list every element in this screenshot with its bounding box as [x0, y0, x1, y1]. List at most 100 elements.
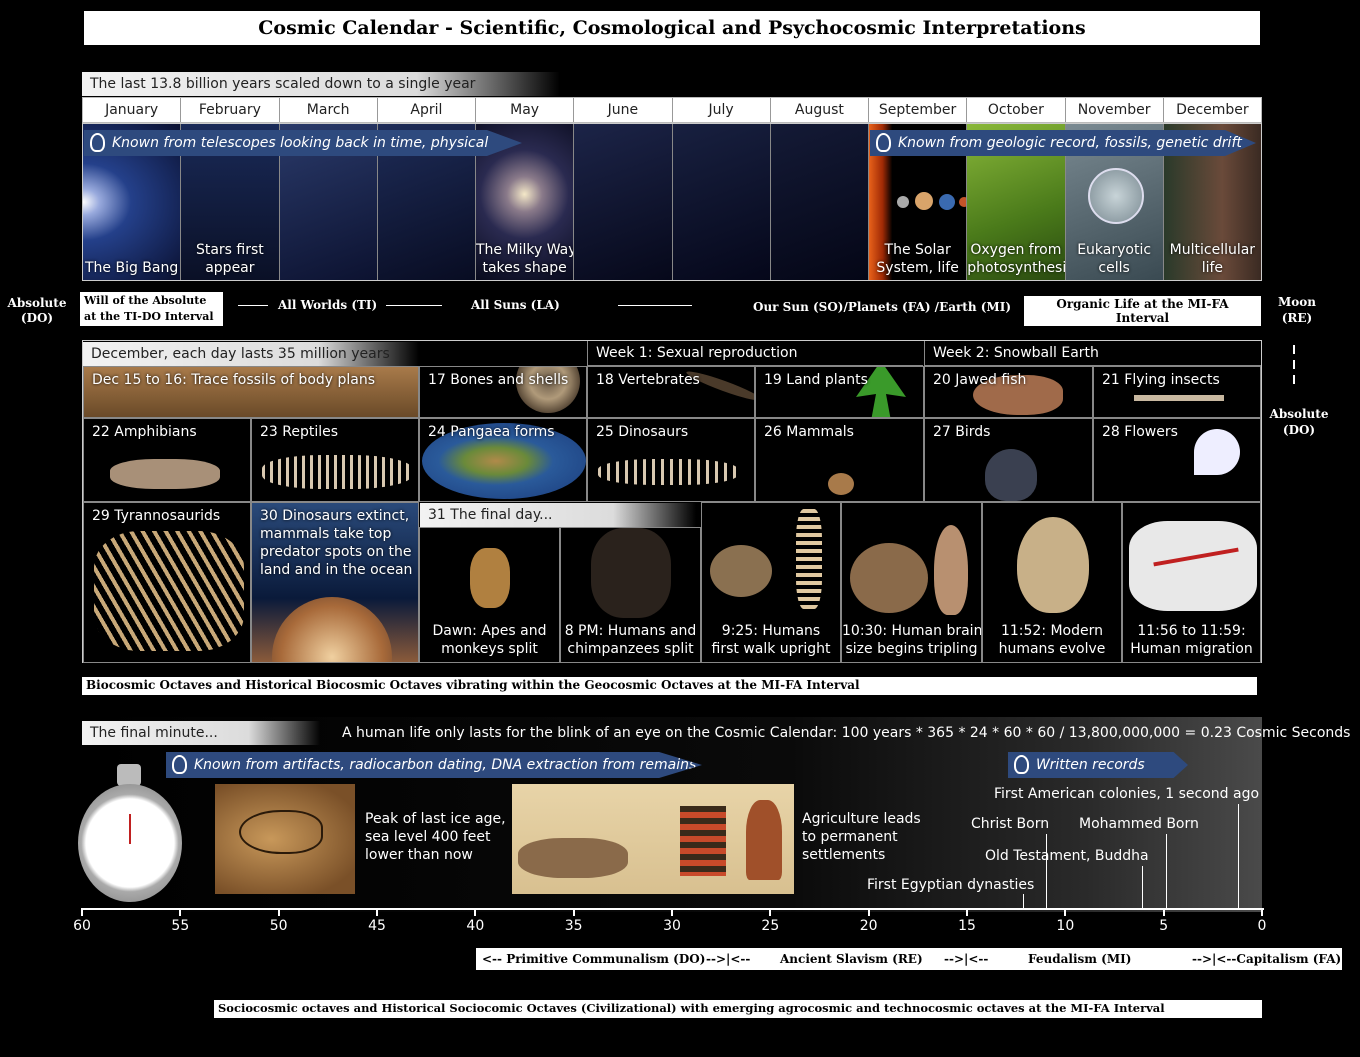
day-cell-23: 23 Reptiles: [251, 418, 419, 502]
axis-tick: [474, 908, 477, 916]
month-april: April: [378, 98, 476, 122]
time-label: 11:56 to 11:59: Human migration: [1130, 623, 1253, 657]
christ-born-label: Christ Born: [971, 816, 1050, 832]
stopwatch-crown-icon: [117, 764, 141, 786]
month-october: October: [967, 98, 1066, 122]
world-map-icon: [1129, 521, 1257, 611]
seated-figure-icon: [746, 800, 782, 880]
axis-tick-label: 45: [368, 918, 386, 934]
axis-tick-label: 50: [269, 918, 288, 934]
stopwatch-hand-icon: [129, 814, 131, 844]
pointer-line: [1046, 834, 1047, 910]
all-suns-label: All Suns (LA): [471, 298, 560, 312]
pigeon-icon: [985, 449, 1037, 501]
month-header-row: January February March April May June Ju…: [82, 97, 1262, 123]
axis-tick-label: 55: [171, 918, 190, 934]
cave-painting-image: [215, 784, 355, 894]
axis-tick-label: 40: [466, 918, 485, 934]
ox-drawing-icon: [518, 838, 628, 878]
month-june: June: [574, 98, 673, 122]
week2-label: Week 2: Snowball Earth: [924, 341, 1261, 366]
day-cell-30: 30 Dinosaurs extinct, mammals take top p…: [251, 502, 419, 663]
final-day-banner: 31 The final day...: [420, 503, 696, 527]
dashed-connector: [1293, 345, 1295, 389]
planet-icon: [897, 196, 909, 208]
day-label: 18 Vertebrates: [596, 372, 700, 388]
asteroid-icon: [272, 597, 392, 662]
day-label: 17 Bones and shells: [428, 372, 569, 388]
written-records-text: Written records: [1036, 757, 1145, 773]
axis-tick: [277, 908, 280, 916]
earth-icon: [939, 194, 955, 210]
month-august: August: [771, 98, 869, 122]
pointer-line: [1166, 834, 1167, 910]
day-label: 19 Land plants: [764, 372, 868, 388]
stars-caption: Stars first appear: [195, 242, 264, 276]
will-of-absolute-label: Will of the Absolute at the TI-DO Interv…: [80, 292, 223, 326]
egyptian-dynasties-label: First Egyptian dynasties: [867, 877, 1035, 893]
day-cell-8pm: 8 PM: Humans and chimpanzees split: [560, 527, 701, 663]
big-bang-caption: The Big Bang: [84, 260, 179, 276]
axis-tick: [1261, 908, 1263, 916]
month-cell-june: [574, 124, 673, 280]
day-label: 20 Jawed fish: [933, 372, 1027, 388]
eukaryotic-caption: Eukaryotic cells: [1077, 242, 1152, 276]
axis-tick: [769, 908, 772, 916]
geologic-banner-text: Known from geologic record, fossils, gen…: [898, 135, 1242, 151]
december-grid: December, each day lasts 35 million year…: [82, 340, 1262, 663]
cell-icon: [1087, 168, 1144, 224]
day-cell-925: 9:25: Humans first walk upright: [701, 502, 841, 663]
old-testament-label: Old Testament, Buddha: [985, 848, 1149, 864]
day-cell-22: 22 Amphibians: [83, 418, 251, 502]
sociocosmic-label: Sociocosmic octaves and Historical Socio…: [214, 1000, 1262, 1018]
time-label: 8 PM: Humans and chimpanzees split: [564, 623, 697, 657]
axis-tick-label: 60: [73, 918, 91, 934]
absolute-left-label: Absolute (DO): [7, 296, 67, 325]
dragonfly-icon: [1134, 395, 1224, 401]
axis-tick-label: 0: [1257, 918, 1267, 934]
milky-way-caption: The Milky Way takes shape: [476, 242, 575, 276]
american-colonies-label: First American colonies, 1 second ago: [994, 786, 1260, 802]
day-label: 26 Mammals: [764, 424, 854, 440]
telescope-banner: Known from telescopes looking back in ti…: [84, 130, 522, 156]
axis-tick: [1162, 908, 1165, 916]
rhino-drawing-icon: [239, 810, 323, 854]
our-sun-label: Our Sun (SO)/Planets (FA) /Earth (MI): [753, 300, 1012, 314]
era-separator: -->|<--: [944, 952, 989, 966]
day-cell-28: 28 Flowers: [1093, 418, 1261, 502]
multicellular-caption: Multicellular life: [1169, 242, 1256, 276]
organic-life-label: Organic Life at the MI-FA Interval: [1024, 296, 1261, 326]
day-cell-29: 29 Tyrannosaurids: [83, 502, 251, 663]
year-banner: The last 13.8 billion years scaled down …: [82, 72, 560, 96]
capitalism-label: -->|<--Capitalism (FA): [1192, 952, 1342, 966]
pottery-icon: [680, 806, 726, 876]
page-title: Cosmic Calendar - Scientific, Cosmologic…: [84, 11, 1260, 45]
day-cell-19: 19 Land plants: [755, 366, 924, 418]
pointer-line: [1238, 804, 1239, 910]
axis-tick: [572, 908, 575, 916]
human-life-text: A human life only lasts for the blink of…: [342, 725, 1351, 741]
day-cell-24: 24 Pangaea forms: [419, 418, 587, 502]
skull-icon: [710, 545, 772, 597]
day-label: 21 Flying insects: [1102, 372, 1220, 388]
mouse-icon: [828, 473, 854, 495]
stone-tool-icon: [934, 525, 968, 615]
day-label: 23 Reptiles: [260, 424, 339, 440]
time-label: Dawn: Apes and monkeys split: [432, 623, 547, 657]
week1-label: Week 1: Sexual reproduction: [587, 341, 923, 366]
artifacts-banner: Known from artifacts, radiocarbon dating…: [166, 752, 702, 778]
day-cell-18: 18 Vertebrates: [587, 366, 755, 418]
month-february: February: [181, 98, 280, 122]
day-cell-15-16: Dec 15 to 16: Trace fossils of body plan…: [83, 366, 419, 418]
axis-tick: [1064, 908, 1067, 916]
ice-age-text: Peak of last ice age, sea level 400 feet…: [365, 811, 506, 863]
era-separator: -->|<--: [706, 952, 751, 966]
day-label: 28 Flowers: [1102, 424, 1178, 440]
december-banner: December, each day lasts 35 million year…: [83, 342, 419, 366]
egyptian-painting-image: [512, 784, 794, 894]
month-march: March: [280, 98, 378, 122]
divider-line: [618, 305, 692, 306]
axis-tick: [179, 908, 182, 916]
day-label: 29 Tyrannosaurids: [92, 508, 221, 524]
artifacts-banner-text: Known from artifacts, radiocarbon dating…: [194, 757, 697, 773]
